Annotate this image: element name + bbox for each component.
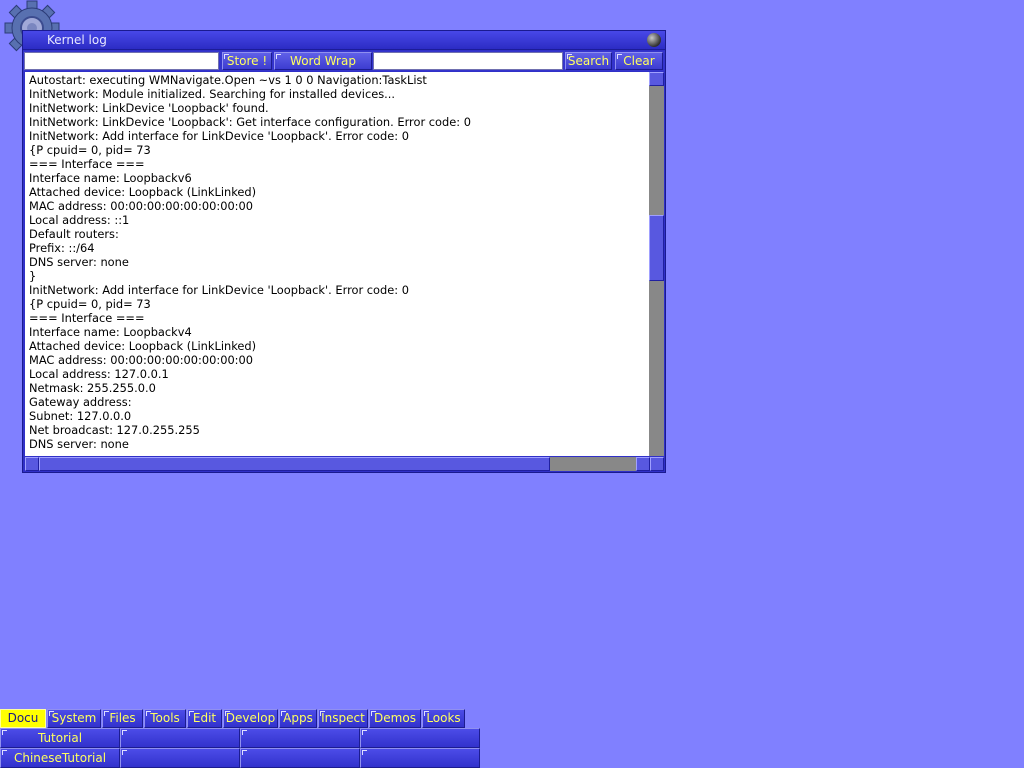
close-icon[interactable] [647,33,661,47]
tab-files[interactable]: Files [102,709,143,728]
tab-tools[interactable]: Tools [144,709,186,728]
log-line: Local address: 127.0.0.1 [29,367,169,381]
task-item[interactable] [360,728,480,748]
task-list: Tutorial ChineseTutorial [0,728,480,768]
tab-edit[interactable]: Edit [187,709,222,728]
log-toolbar: Store ! Word Wrap Search Clear [23,51,665,71]
horizontal-scroll-thumb[interactable] [39,457,550,471]
log-line: Subnet: 127.0.0.0 [29,409,132,423]
scroll-left-button[interactable] [25,457,39,471]
log-line: {P cpuid= 0, pid= 73 [29,143,151,157]
task-item[interactable] [240,728,360,748]
tab-apps[interactable]: Apps [279,709,317,728]
log-line: InitNetwork: LinkDevice 'Loopback' found… [29,101,269,115]
log-line: Netmask: 255.255.0.0 [29,381,156,395]
tab-develop[interactable]: Develop [223,709,278,728]
log-line: } [29,269,37,283]
log-text-area[interactable]: Autostart: executing WMNavigate.Open ~vs… [25,72,649,456]
tab-inspect[interactable]: Inspect [318,709,368,728]
log-line: MAC address: 00:00:00:00:00:00:00:00 [29,199,254,213]
log-line: Interface name: Loopbackv4 [29,325,192,339]
task-item[interactable] [360,748,480,768]
vertical-scrollbar[interactable] [649,72,664,456]
log-line: Interface name: Loopbackv6 [29,171,192,185]
log-line: {P cpuid= 0, pid= 73 [29,297,151,311]
log-line: Attached device: Loopback (LinkLinked) [29,185,257,199]
search-button[interactable]: Search [565,52,612,70]
filter-input[interactable] [24,52,219,70]
log-line: DNS server: none [29,437,129,451]
log-line: === Interface === [29,311,145,325]
log-line: === Interface === [29,157,145,171]
log-line: Autostart: executing WMNavigate.Open ~vs… [29,73,427,87]
word-wrap-button[interactable]: Word Wrap [274,52,372,70]
log-line: Prefix: ::/64 [29,241,95,255]
task-item-tutorial[interactable]: Tutorial [0,728,120,748]
log-line: Local address: ::1 [29,213,130,227]
log-line: InitNetwork: LinkDevice 'Loopback': Get … [29,115,471,129]
clear-button[interactable]: Clear [615,52,663,70]
log-line: MAC address: 00:00:00:00:00:00:00:00 [29,353,254,367]
task-item[interactable] [240,748,360,768]
log-line: InitNetwork: Add interface for LinkDevic… [29,283,409,297]
log-line: InitNetwork: Add interface for LinkDevic… [29,129,409,143]
window-title: Kernel log [47,33,107,47]
search-input[interactable] [373,52,563,70]
task-item-chinese-tutorial[interactable]: ChineseTutorial [0,748,120,768]
log-line: Gateway address: [29,395,132,409]
scroll-up-button[interactable] [649,72,664,86]
task-item[interactable] [120,728,240,748]
task-item[interactable] [120,748,240,768]
scroll-right-button[interactable] [636,457,650,471]
tab-demos[interactable]: Demos [369,709,421,728]
window-titlebar[interactable]: Kernel log [23,31,665,50]
store-button[interactable]: Store ! [222,52,272,70]
log-line: Default routers: [29,227,119,241]
tab-looks[interactable]: Looks [422,709,465,728]
horizontal-scrollbar[interactable] [25,457,664,471]
tab-docu[interactable]: Docu [0,709,46,728]
log-window: Kernel log Store ! Word Wrap Search Clea… [22,30,666,473]
log-line: DNS server: none [29,255,129,269]
navigation-tabs: Docu System Files Tools Edit Develop App… [0,709,470,728]
vertical-scroll-thumb[interactable] [649,215,664,281]
log-line: Attached device: Loopback (LinkLinked) [29,339,257,353]
log-line: Net broadcast: 127.0.255.255 [29,423,200,437]
scroll-corner [650,457,664,471]
log-line: InitNetwork: Module initialized. Searchi… [29,87,396,101]
tab-system[interactable]: System [47,709,101,728]
